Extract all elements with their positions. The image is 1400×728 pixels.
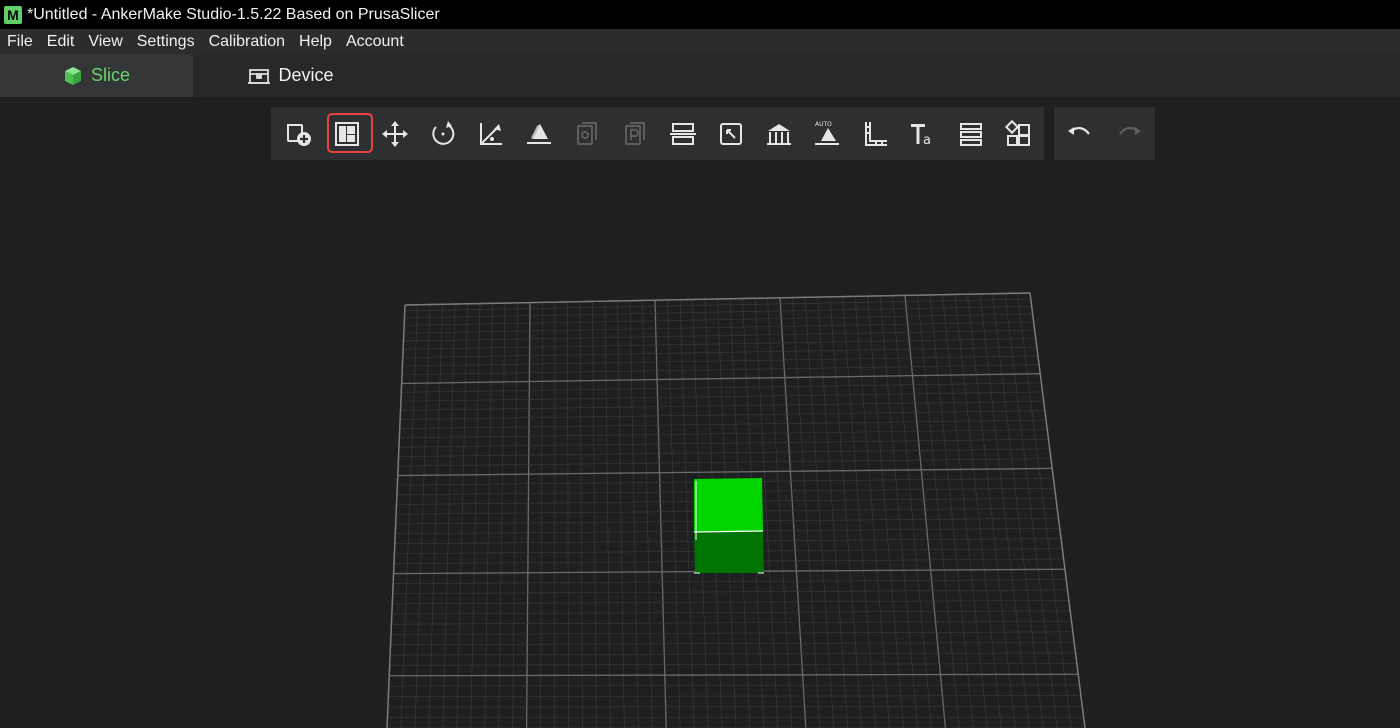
auto-orient-icon: AUTO xyxy=(815,121,839,145)
cube-icon xyxy=(63,66,83,86)
menu-help[interactable]: Help xyxy=(292,33,339,51)
menu-view[interactable]: View xyxy=(81,33,129,51)
auto-orient-button[interactable]: AUTO xyxy=(803,107,851,160)
menu-settings[interactable]: Settings xyxy=(130,33,202,51)
move-button[interactable] xyxy=(371,107,419,160)
add-object-icon xyxy=(287,123,311,146)
shapes-icon xyxy=(1004,119,1030,146)
copy-button[interactable] xyxy=(563,107,611,160)
cut-icon xyxy=(670,122,696,145)
undo-icon xyxy=(1068,126,1091,135)
paste-icon xyxy=(625,121,645,145)
support-paint-button[interactable] xyxy=(707,107,755,160)
layers-button[interactable] xyxy=(947,107,995,160)
menu-account[interactable]: Account xyxy=(339,33,411,51)
layers-icon xyxy=(960,122,982,146)
tab-device[interactable]: Device xyxy=(193,54,389,97)
arrange-icon xyxy=(335,121,359,146)
printer-icon xyxy=(248,66,271,86)
copy-icon xyxy=(577,121,597,145)
menu-file[interactable]: File xyxy=(0,33,40,51)
redo-icon xyxy=(1118,126,1141,135)
tab-slice[interactable]: Slice xyxy=(0,54,193,97)
app-logo-icon: M xyxy=(4,5,22,24)
tab-slice-label: Slice xyxy=(90,65,130,85)
measure-icon xyxy=(865,121,887,146)
seam-paint-icon xyxy=(767,123,791,145)
undo-button[interactable] xyxy=(1055,107,1103,160)
tab-device-label: Device xyxy=(278,65,334,85)
cut-button[interactable] xyxy=(659,107,707,160)
paste-button[interactable] xyxy=(611,107,659,160)
history-toolbar xyxy=(1054,107,1155,160)
add-object-button[interactable] xyxy=(275,107,323,160)
scale-icon xyxy=(480,122,502,145)
window-title: *Untitled - AnkerMake Studio-1.5.22 Base… xyxy=(27,5,440,23)
main-toolbar: AUTO a xyxy=(271,107,1044,160)
redo-button[interactable] xyxy=(1106,107,1154,160)
place-on-face-icon xyxy=(527,123,551,144)
arrange-button[interactable] xyxy=(323,107,373,160)
measure-button[interactable] xyxy=(851,107,899,160)
svg-text:AUTO: AUTO xyxy=(815,121,832,128)
title-bar: M *Untitled - AnkerMake Studio-1.5.22 Ba… xyxy=(0,0,1400,29)
text-button[interactable]: a xyxy=(899,107,947,160)
place-on-face-button[interactable] xyxy=(515,107,563,160)
support-paint-icon xyxy=(720,122,742,145)
svg-text:a: a xyxy=(923,133,931,148)
scale-button[interactable] xyxy=(467,107,515,160)
seam-paint-button[interactable] xyxy=(755,107,803,160)
main-tabs: Slice Device xyxy=(0,54,1400,97)
rotate-button[interactable] xyxy=(419,107,467,160)
shapes-button[interactable] xyxy=(995,107,1043,160)
cube-object[interactable] xyxy=(693,478,764,574)
menu-calibration[interactable]: Calibration xyxy=(202,33,292,51)
menu-bar: File Edit View Settings Calibration Help… xyxy=(0,29,1400,54)
move-icon xyxy=(382,120,408,147)
text-icon: a xyxy=(911,123,931,148)
menu-edit[interactable]: Edit xyxy=(40,33,82,51)
rotate-icon xyxy=(432,120,455,145)
3d-viewport[interactable] xyxy=(0,160,1400,728)
